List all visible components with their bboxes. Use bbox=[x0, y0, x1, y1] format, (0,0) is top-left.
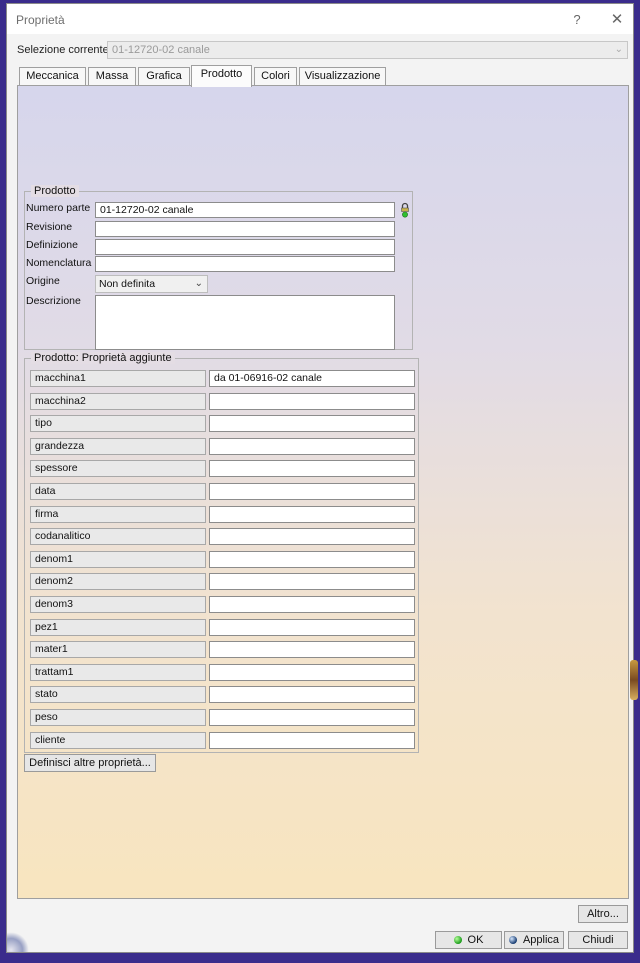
padlock-icon bbox=[401, 202, 409, 218]
property-value-field[interactable] bbox=[209, 731, 415, 749]
close-button[interactable]: Chiudi bbox=[568, 931, 628, 949]
property-name: tipo bbox=[30, 415, 206, 433]
property-row: macchina2 bbox=[30, 392, 416, 410]
property-row: cliente bbox=[30, 731, 416, 749]
property-name: peso bbox=[30, 709, 206, 726]
help-icon[interactable]: ? bbox=[563, 10, 591, 30]
tab-grafica[interactable]: Grafica bbox=[138, 67, 190, 86]
property-row: firma bbox=[30, 505, 416, 523]
property-name: grandezza bbox=[30, 437, 206, 455]
property-row: tipo bbox=[30, 415, 416, 433]
description-field[interactable] bbox=[95, 295, 395, 350]
property-value-field[interactable] bbox=[209, 573, 415, 591]
property-name: codanalitico bbox=[30, 528, 206, 546]
property-value-field[interactable] bbox=[209, 392, 415, 410]
property-value-field[interactable] bbox=[209, 528, 415, 546]
nomenclature-label: Nomenclatura bbox=[26, 257, 92, 269]
origin-select[interactable]: Non definita ⌄ bbox=[95, 275, 208, 293]
window-title: Proprietà bbox=[16, 13, 65, 27]
description-label: Descrizione bbox=[26, 295, 81, 307]
background-glow bbox=[7, 932, 29, 952]
property-name: macchina2 bbox=[30, 392, 206, 410]
property-row: mater1 bbox=[30, 641, 416, 659]
apply-status-icon bbox=[508, 936, 517, 944]
revision-label: Revisione bbox=[26, 221, 73, 233]
property-name: pez1 bbox=[30, 618, 206, 636]
ok-status-icon bbox=[453, 936, 462, 944]
properties-dialog: Proprietà ? ✕ Selezione corrente: 01-127… bbox=[6, 3, 634, 953]
property-row: stato bbox=[30, 686, 416, 704]
property-name: denom2 bbox=[30, 573, 206, 591]
added-properties-group: Prodotto: Proprietà aggiunte macchina1 d… bbox=[24, 352, 419, 753]
more-button[interactable]: Altro... bbox=[578, 905, 628, 923]
close-icon[interactable]: ✕ bbox=[603, 10, 631, 30]
property-value-field[interactable]: da 01-06916-02 canale bbox=[209, 370, 415, 387]
property-name: macchina1 bbox=[30, 370, 206, 387]
property-name: stato bbox=[30, 686, 206, 704]
tab-visualizzazione[interactable]: Visualizzazione bbox=[299, 67, 386, 86]
apply-button[interactable]: Applica bbox=[504, 931, 564, 949]
ok-button[interactable]: OK bbox=[435, 931, 502, 949]
tab-panel: Prodotto Numero parte 01-12720-02 canale… bbox=[17, 85, 629, 899]
property-row: pez1 bbox=[30, 618, 416, 636]
apply-button-label: Applica bbox=[522, 934, 560, 946]
ok-button-label: OK bbox=[467, 934, 484, 946]
tab-colori[interactable]: Colori bbox=[254, 67, 297, 86]
define-more-properties-button[interactable]: Definisci altre proprietà... bbox=[24, 754, 156, 772]
property-value-field[interactable] bbox=[209, 709, 415, 726]
property-row: grandezza bbox=[30, 437, 416, 455]
property-value-field[interactable] bbox=[209, 415, 415, 433]
property-name: cliente bbox=[30, 731, 206, 749]
part-number-label: Numero parte bbox=[26, 202, 91, 214]
property-row: data bbox=[30, 483, 416, 500]
tab-meccanica[interactable]: Meccanica bbox=[19, 67, 86, 86]
property-value-field[interactable] bbox=[209, 618, 415, 636]
desktop-background-detail bbox=[630, 660, 638, 700]
property-name: mater1 bbox=[30, 641, 206, 659]
property-row: spessore bbox=[30, 460, 416, 478]
property-row: denom2 bbox=[30, 573, 416, 591]
property-row: denom1 bbox=[30, 550, 416, 568]
product-group: Prodotto Numero parte 01-12720-02 canale… bbox=[24, 185, 413, 350]
property-name: spessore bbox=[30, 460, 206, 478]
property-row: peso bbox=[30, 709, 416, 726]
current-selection-combo: 01-12720-02 canale ⌄ bbox=[107, 41, 628, 59]
property-value-field[interactable] bbox=[209, 550, 415, 568]
property-name: denom3 bbox=[30, 596, 206, 613]
property-value-field[interactable] bbox=[209, 505, 415, 523]
property-name: denom1 bbox=[30, 550, 206, 568]
property-value-field[interactable] bbox=[209, 663, 415, 681]
current-selection-value: 01-12720-02 canale bbox=[112, 44, 210, 56]
definition-field[interactable] bbox=[95, 239, 395, 255]
property-row: trattam1 bbox=[30, 663, 416, 681]
property-value-field[interactable] bbox=[209, 641, 415, 659]
property-value-field[interactable] bbox=[209, 483, 415, 500]
origin-select-value: Non definita bbox=[99, 278, 156, 290]
part-number-field[interactable]: 01-12720-02 canale bbox=[95, 202, 395, 218]
property-name: firma bbox=[30, 505, 206, 523]
added-properties-title: Prodotto: Proprietà aggiunte bbox=[31, 352, 175, 364]
chevron-down-icon: ⌄ bbox=[194, 278, 203, 289]
chevron-down-icon: ⌄ bbox=[614, 44, 623, 55]
revision-field[interactable] bbox=[95, 221, 395, 237]
property-name: trattam1 bbox=[30, 663, 206, 681]
product-group-title: Prodotto bbox=[31, 185, 79, 197]
property-value-field[interactable] bbox=[209, 596, 415, 613]
property-value-field[interactable] bbox=[209, 460, 415, 478]
property-value-field[interactable] bbox=[209, 686, 415, 704]
title-bar: Proprietà ? ✕ bbox=[7, 4, 633, 34]
property-row: codanalitico bbox=[30, 528, 416, 546]
tab-massa[interactable]: Massa bbox=[88, 67, 136, 86]
definition-label: Definizione bbox=[26, 239, 78, 251]
tab-prodotto[interactable]: Prodotto bbox=[191, 65, 252, 87]
origin-label: Origine bbox=[26, 275, 60, 287]
property-value-field[interactable] bbox=[209, 437, 415, 455]
nomenclature-field[interactable] bbox=[95, 256, 395, 272]
property-name: data bbox=[30, 483, 206, 500]
property-row: macchina1 da 01-06916-02 canale bbox=[30, 370, 416, 387]
current-selection-label: Selezione corrente: bbox=[17, 44, 112, 56]
property-row: denom3 bbox=[30, 596, 416, 613]
